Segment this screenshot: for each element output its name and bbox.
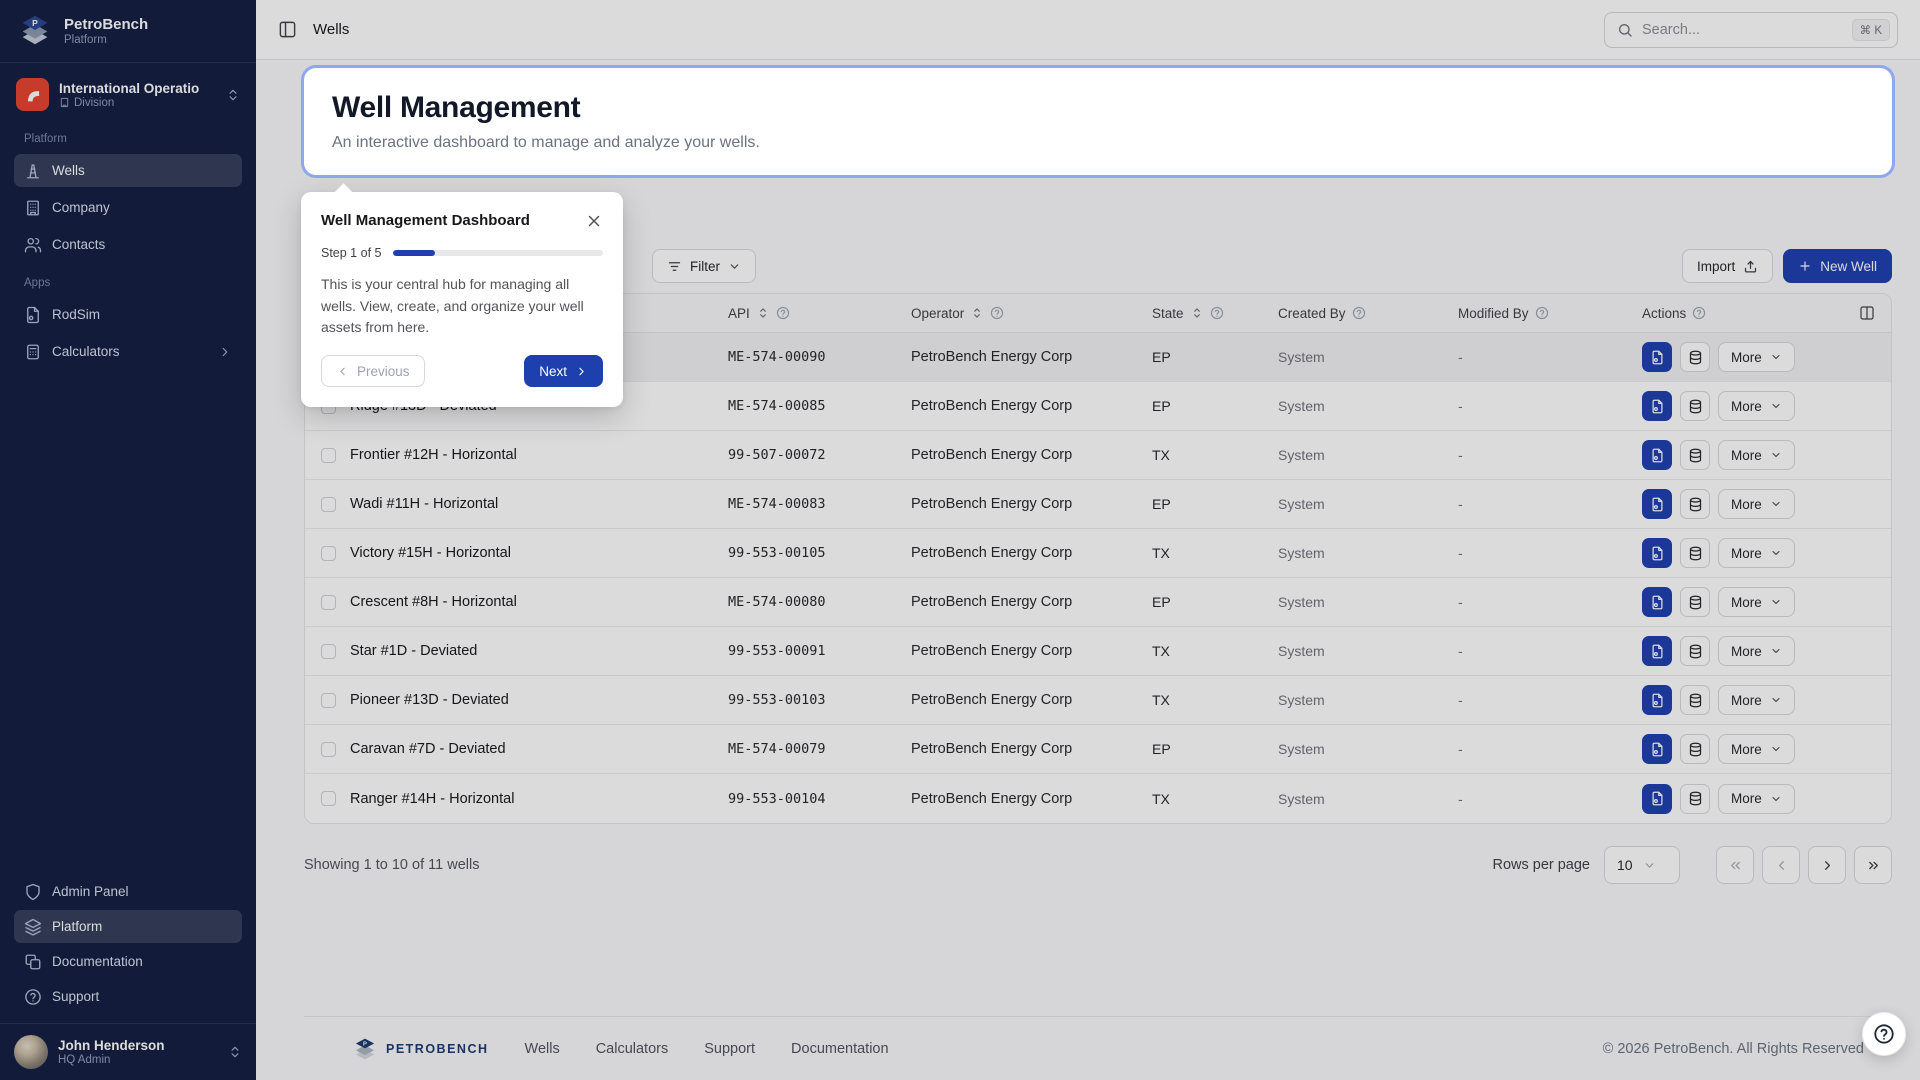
tour-title: Well Management Dashboard — [321, 212, 530, 229]
tour-progress-fill — [393, 250, 435, 256]
tour-progress-track — [393, 250, 603, 256]
tour-next-button[interactable]: Next — [524, 355, 603, 387]
chevron-left-icon — [336, 365, 349, 378]
help-circle-icon — [1873, 1023, 1895, 1045]
tour-popover: Well Management Dashboard Step 1 of 5 Th… — [301, 192, 623, 407]
help-fab[interactable] — [1862, 1012, 1906, 1056]
page-subtitle: An interactive dashboard to manage and a… — [332, 134, 1864, 152]
tour-step-label: Step 1 of 5 — [321, 246, 381, 260]
tour-previous-label: Previous — [357, 364, 410, 379]
tour-previous-button[interactable]: Previous — [321, 355, 425, 387]
close-icon[interactable] — [585, 212, 603, 230]
page-header-card: Well Management An interactive dashboard… — [304, 68, 1892, 175]
chevron-right-icon — [575, 365, 588, 378]
tour-body-text: This is your central hub for managing al… — [321, 274, 603, 339]
tour-next-label: Next — [539, 364, 567, 379]
page-title: Well Management — [332, 91, 1864, 125]
